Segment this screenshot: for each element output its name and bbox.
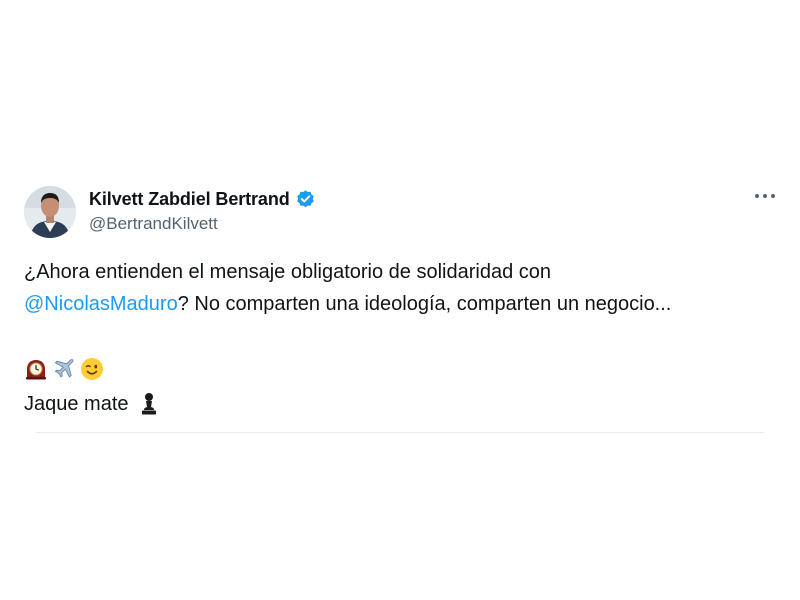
tweet-card[interactable]: Kilvett Zabdiel Bertrand @BertrandKilvet… [0,170,800,436]
emoji-row [24,356,108,382]
tweet-text-line-1: ¿Ahora entienden el mensaje obligatorio … [24,261,552,283]
author-handle[interactable]: @BertrandKilvett [89,214,218,234]
verified-badge-icon[interactable] [295,189,316,210]
chess-pawn-icon [139,391,159,417]
winking-face-icon [80,357,104,381]
closing-text: Jaque mate [24,392,129,415]
avatar-image [24,186,76,238]
more-horizontal-icon [755,194,775,198]
closing-line: Jaque mate [24,390,159,418]
airplane-icon [52,357,76,381]
tweet-text: ¿Ahora entienden el mensaje obligatorio … [24,256,784,320]
avatar[interactable] [24,186,76,238]
tweet-text-line-2-rest: ? No comparten una ideología, comparten … [177,293,672,315]
divider [36,432,764,433]
mention-link[interactable]: @NicolasMaduro [24,293,178,315]
tweet-text-line-2: @NicolasMaduro? No comparten una ideolog… [24,288,784,320]
more-options-button[interactable] [748,184,782,208]
mantelpiece-clock-icon [24,357,48,381]
author-display-name[interactable]: Kilvett Zabdiel Bertrand [89,189,290,210]
author-name-row: Kilvett Zabdiel Bertrand [89,187,316,211]
